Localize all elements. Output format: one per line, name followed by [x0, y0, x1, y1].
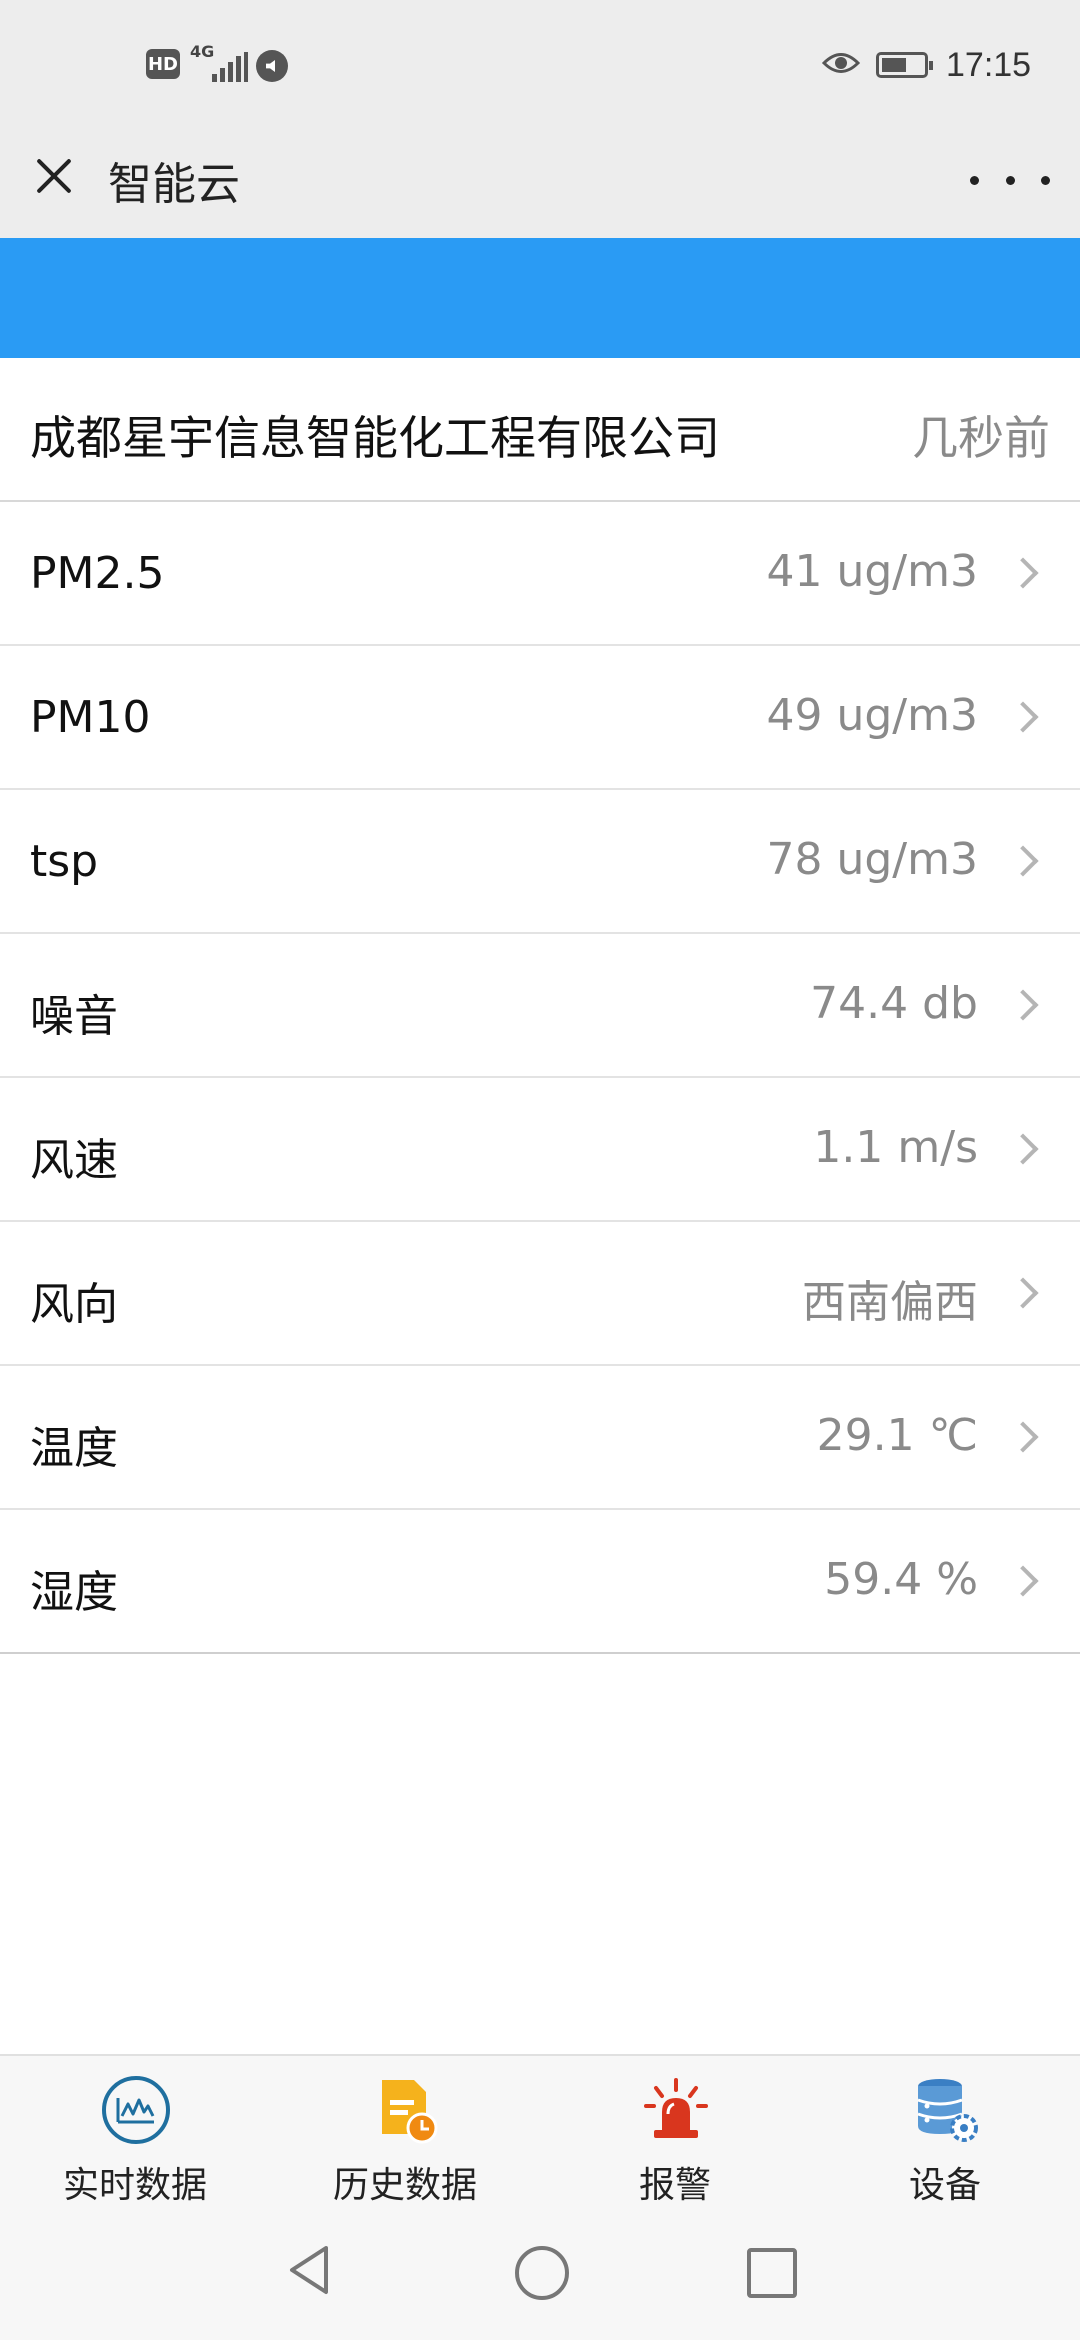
- eye-comfort-icon: [822, 53, 860, 73]
- reading-label: 风向: [30, 1279, 118, 1330]
- reading-label: 湿度: [30, 1567, 118, 1618]
- reading-value: 49 ug/m3: [766, 690, 978, 741]
- battery-icon: [876, 52, 933, 78]
- reading-label: 温度: [30, 1423, 118, 1474]
- chevron-right-icon: [1007, 989, 1039, 1021]
- reading-label: 风速: [30, 1135, 118, 1186]
- reading-value: 西南偏西: [802, 1277, 978, 1328]
- tab-history-data[interactable]: 历史数据: [270, 2056, 540, 2206]
- reading-value: 41 ug/m3: [766, 546, 978, 597]
- title-bar: 智能云: [0, 120, 1080, 238]
- reading-row-wind-direction[interactable]: 风向 西南偏西: [0, 1222, 1080, 1366]
- chevron-right-icon: [1007, 701, 1039, 733]
- chevron-right-icon: [1007, 1421, 1039, 1453]
- bottom-tab-bar: 实时数据 历史数据 报警 设备: [0, 2054, 1080, 2206]
- clock: 17:15: [946, 46, 1032, 84]
- tab-label: 设备: [908, 2165, 981, 2206]
- readings-list: PM2.5 41 ug/m3 PM10 49 ug/m3 tsp 78 ug/m…: [0, 502, 1080, 1654]
- tab-label: 报警: [638, 2165, 711, 2206]
- tab-realtime-data[interactable]: 实时数据: [0, 2056, 270, 2206]
- reading-label: 噪音: [30, 991, 118, 1042]
- tab-device[interactable]: 设备: [810, 2056, 1080, 2206]
- back-triangle-icon[interactable]: [286, 2244, 332, 2296]
- chevron-right-icon: [1007, 1565, 1039, 1597]
- more-options-icon[interactable]: [970, 160, 1050, 200]
- tab-label: 历史数据: [332, 2165, 477, 2206]
- chevron-right-icon: [1007, 557, 1039, 589]
- reading-value: 29.1 ℃: [816, 1410, 978, 1461]
- home-circle-icon[interactable]: [515, 2246, 569, 2300]
- chevron-right-icon: [1007, 1133, 1039, 1165]
- history-document-icon: [382, 2080, 438, 2144]
- device-database-gear-icon: [917, 2079, 978, 2142]
- chevron-right-icon: [1007, 1277, 1039, 1309]
- signal-icon: [212, 52, 248, 82]
- status-bar: HD 4G 17:15: [0, 0, 1080, 120]
- network-type: 4G: [190, 42, 215, 61]
- system-navigation-bar: [0, 2204, 1080, 2340]
- reading-value: 59.4 %: [824, 1554, 978, 1605]
- alarm-siren-icon: [644, 2078, 708, 2138]
- chevron-right-icon: [1007, 845, 1039, 877]
- tab-alarm[interactable]: 报警: [540, 2056, 810, 2206]
- reading-label: tsp: [30, 836, 99, 887]
- close-icon[interactable]: [28, 150, 80, 202]
- realtime-chart-icon: [102, 2076, 170, 2144]
- reading-row-temperature[interactable]: 温度 29.1 ℃: [0, 1366, 1080, 1510]
- reading-row-tsp[interactable]: tsp 78 ug/m3: [0, 790, 1080, 934]
- reading-row-pm25[interactable]: PM2.5 41 ug/m3: [0, 502, 1080, 646]
- recent-apps-square-icon[interactable]: [747, 2248, 797, 2298]
- sound-icon: [256, 50, 288, 82]
- reading-value: 1.1 m/s: [813, 1122, 978, 1173]
- tab-label: 实时数据: [62, 2165, 207, 2206]
- company-name: 成都星宇信息智能化工程有限公司: [30, 411, 720, 465]
- reading-row-pm10[interactable]: PM10 49 ug/m3: [0, 646, 1080, 790]
- update-time: 几秒前: [912, 411, 1050, 465]
- reading-value: 74.4 db: [810, 978, 978, 1029]
- page-title: 智能云: [108, 159, 240, 210]
- reading-row-noise[interactable]: 噪音 74.4 db: [0, 934, 1080, 1078]
- blue-banner: [0, 238, 1080, 358]
- hd-badge: HD: [146, 49, 180, 79]
- reading-label: PM10: [30, 692, 151, 743]
- reading-label: PM2.5: [30, 548, 165, 599]
- reading-value: 78 ug/m3: [766, 834, 978, 885]
- reading-row-wind-speed[interactable]: 风速 1.1 m/s: [0, 1078, 1080, 1222]
- reading-row-humidity[interactable]: 湿度 59.4 %: [0, 1510, 1080, 1654]
- company-row: 成都星宇信息智能化工程有限公司 几秒前: [0, 358, 1080, 502]
